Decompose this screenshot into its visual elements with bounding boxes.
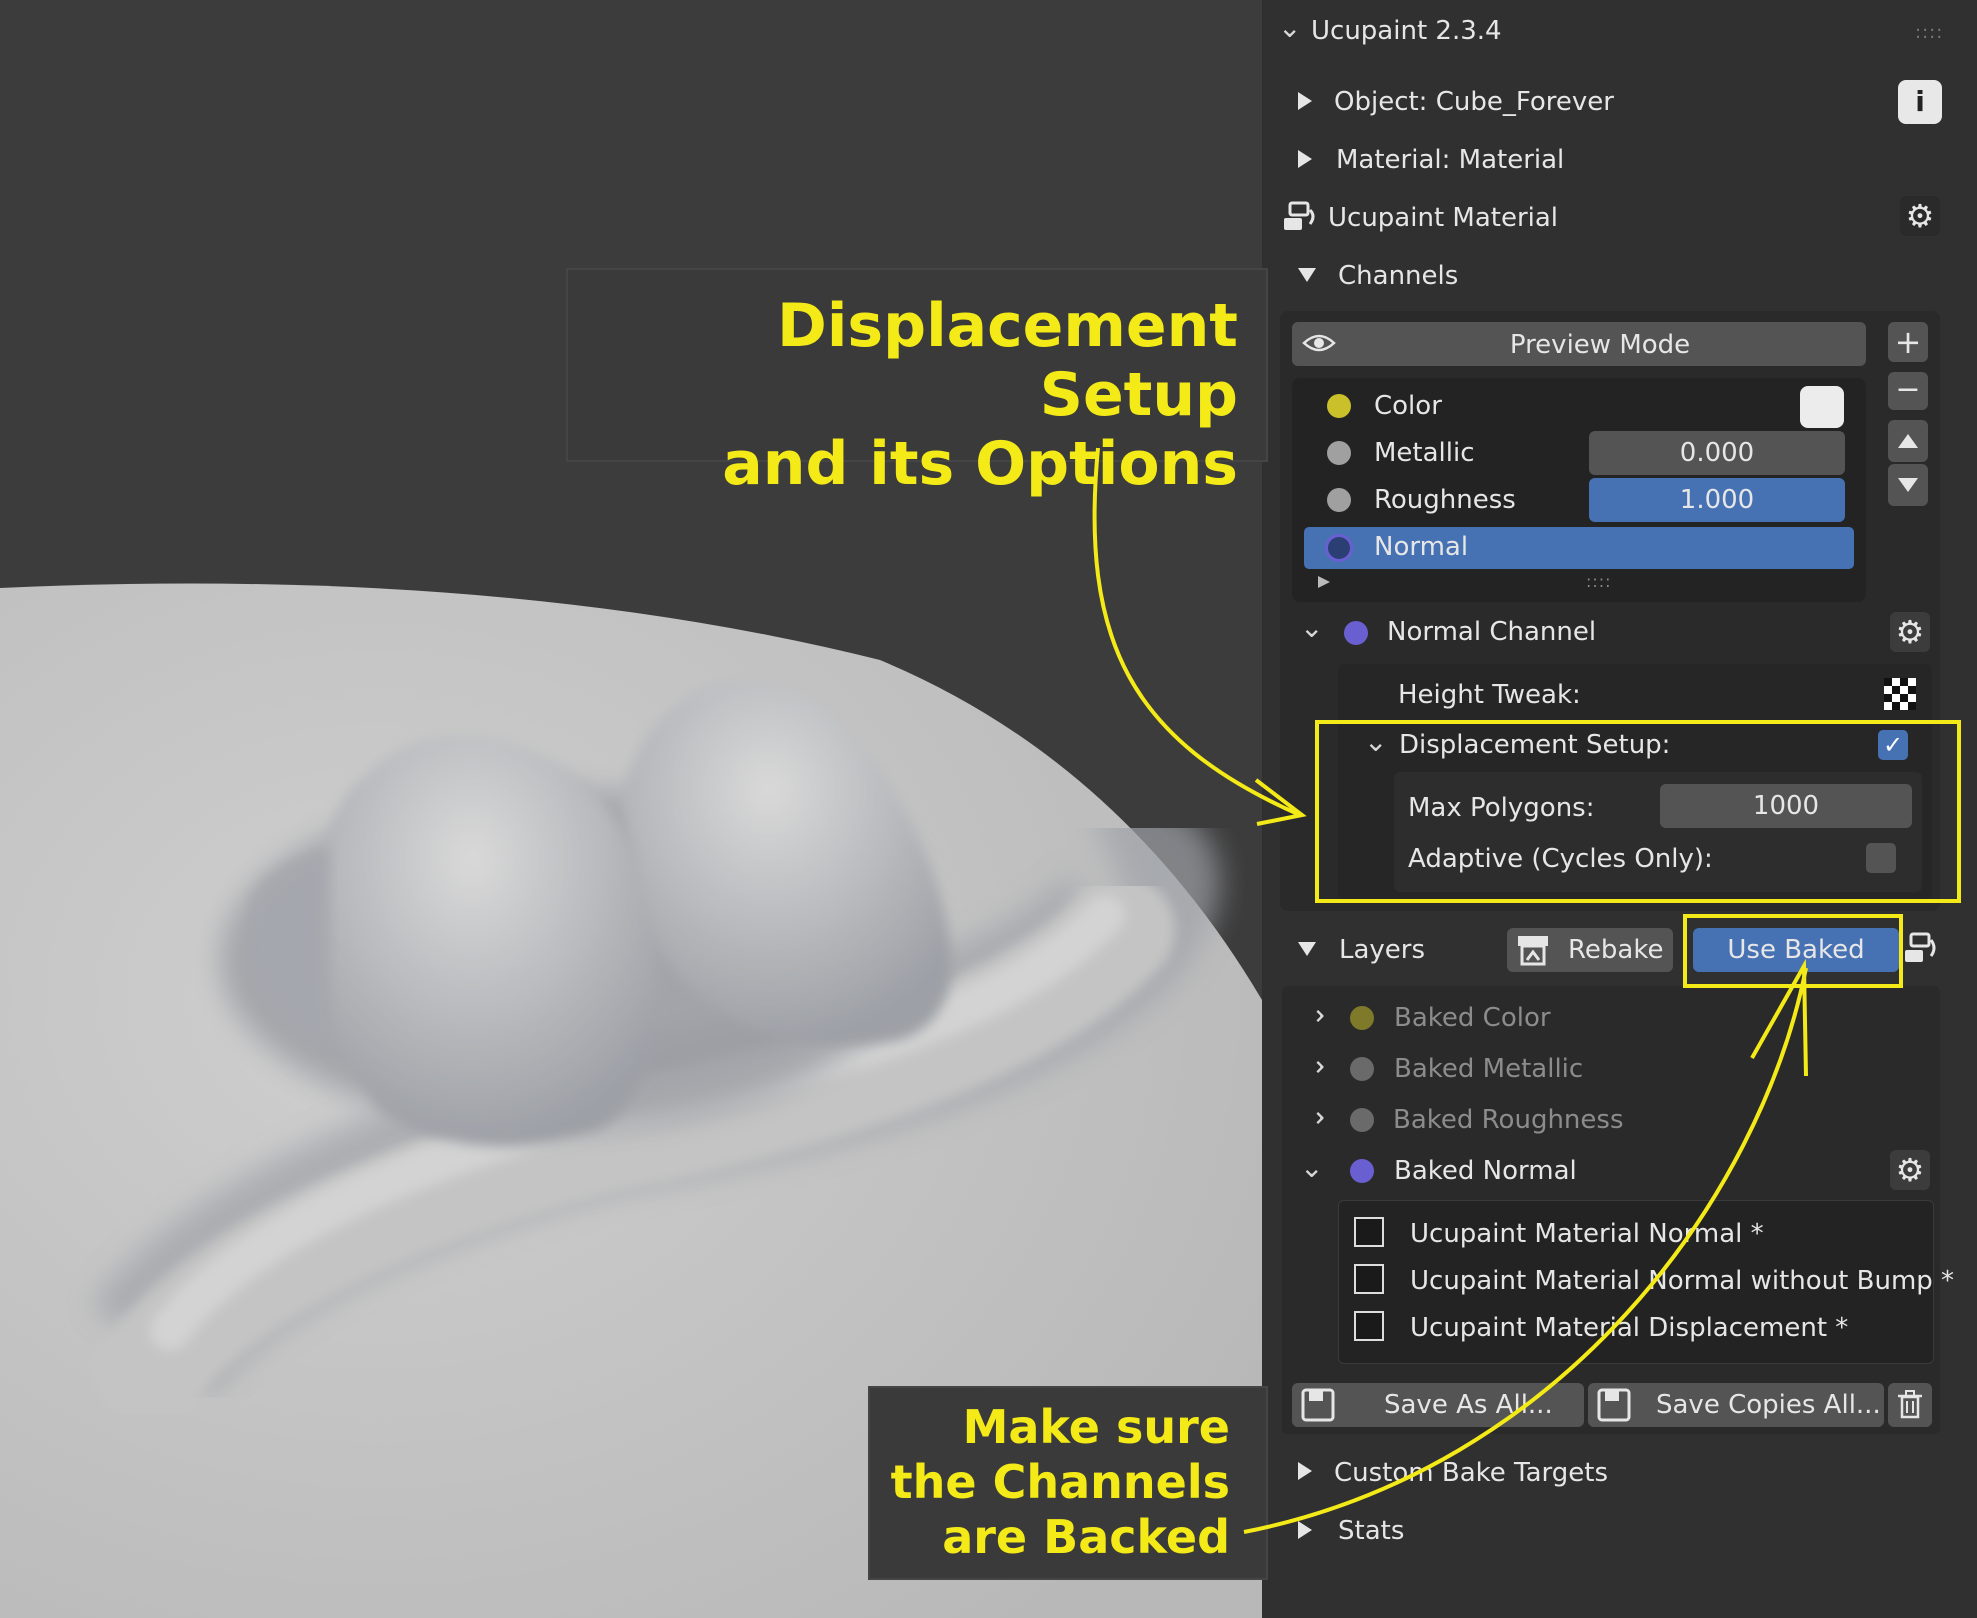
color-dot-icon: [1327, 394, 1351, 418]
3d-viewport[interactable]: [0, 0, 1262, 1618]
image-icon: [1354, 1311, 1384, 1341]
normal-dot-icon: [1344, 621, 1368, 645]
expand-arrow-icon[interactable]: [1298, 150, 1312, 168]
layer-dot-icon: [1350, 1006, 1374, 1030]
collapse-chevron-icon[interactable]: ⌄: [1300, 614, 1323, 642]
layers-header[interactable]: Layers: [1339, 937, 1425, 963]
move-down-button[interactable]: [1888, 464, 1928, 506]
collapse-arrow-icon[interactable]: [1298, 268, 1316, 282]
gear-icon[interactable]: ⚙: [1890, 1150, 1930, 1190]
annotation-line: Make sure: [962, 1400, 1230, 1454]
expand-arrow-icon[interactable]: [1298, 92, 1312, 110]
normal-channel-title[interactable]: Normal Channel: [1387, 619, 1596, 645]
layer-name[interactable]: Baked Color: [1394, 1005, 1551, 1031]
checker-icon[interactable]: [1884, 678, 1916, 710]
annotation-line: the Channels: [890, 1455, 1230, 1510]
save-icon: [1301, 1388, 1335, 1422]
trash-icon: [1898, 1390, 1922, 1419]
expand-chevron-icon[interactable]: ⌄: [1298, 1106, 1331, 1129]
annotation-text-bottom: Make sure the Channels are Backed: [870, 1400, 1230, 1566]
stats-row[interactable]: Stats: [1338, 1518, 1404, 1544]
channels-header[interactable]: Channels: [1338, 263, 1458, 289]
gear-icon[interactable]: ⚙: [1900, 196, 1940, 236]
object-row[interactable]: Object: Cube_Forever: [1334, 89, 1614, 115]
move-up-button[interactable]: [1888, 420, 1928, 462]
expand-arrow-icon[interactable]: [1298, 1521, 1312, 1539]
expand-arrow-icon[interactable]: [1298, 1462, 1312, 1480]
channel-name[interactable]: Roughness: [1374, 487, 1516, 513]
highlight-use-baked: [1683, 914, 1903, 988]
node-tree-icon[interactable]: [1903, 930, 1939, 968]
save-as-all-label: Save As All...: [1384, 1390, 1553, 1420]
image-name[interactable]: Ucupaint Material Normal *: [1410, 1221, 1764, 1247]
metallic-dot-icon: [1327, 441, 1351, 465]
highlight-displacement-setup: [1315, 720, 1961, 903]
list-expand-icon[interactable]: [1318, 576, 1330, 588]
collapse-chevron-icon[interactable]: ⌄: [1278, 14, 1301, 42]
expand-chevron-icon[interactable]: ⌄: [1298, 1055, 1331, 1078]
color-swatch[interactable]: [1800, 386, 1844, 428]
addon-title: Ucupaint 2.3.4: [1311, 16, 1502, 46]
roughness-value: 1.000: [1679, 485, 1755, 515]
normal-dot-icon: [1325, 534, 1353, 562]
annotation-line: Displacement Setup: [777, 291, 1238, 430]
resize-handle-icon[interactable]: ::::: [1586, 572, 1612, 591]
layer-dot-icon: [1350, 1108, 1374, 1132]
layer-name[interactable]: Baked Normal: [1394, 1158, 1577, 1184]
metallic-value-field[interactable]: 0.000: [1589, 431, 1845, 475]
channel-name[interactable]: Metallic: [1374, 440, 1475, 466]
roughness-value-field[interactable]: 1.000: [1589, 478, 1845, 522]
layer-dot-icon: [1350, 1159, 1374, 1183]
layer-name[interactable]: Baked Metallic: [1394, 1056, 1583, 1082]
collapse-arrow-icon[interactable]: [1298, 942, 1316, 956]
image-name[interactable]: Ucupaint Material Displacement *: [1410, 1315, 1848, 1341]
image-name[interactable]: Ucupaint Material Normal without Bump *: [1410, 1268, 1954, 1294]
gear-icon[interactable]: ⚙: [1890, 612, 1930, 652]
save-icon: [1597, 1388, 1631, 1422]
image-icon: [1354, 1217, 1384, 1247]
layer-name[interactable]: Baked Roughness: [1393, 1107, 1624, 1133]
height-tweak-label: Height Tweak:: [1398, 680, 1581, 710]
expand-chevron-icon[interactable]: ⌄: [1298, 1004, 1331, 1027]
annotation-line: are Backed: [942, 1510, 1230, 1565]
ucupaint-material-label[interactable]: Ucupaint Material: [1328, 205, 1558, 231]
add-channel-button[interactable]: +: [1888, 322, 1928, 362]
custom-bake-targets[interactable]: Custom Bake Targets: [1334, 1460, 1608, 1486]
annotation-line: and its Options: [722, 429, 1238, 499]
layer-dot-icon: [1350, 1057, 1374, 1081]
node-tree-icon: [1284, 201, 1315, 230]
channel-name: Normal: [1374, 532, 1469, 562]
info-icon[interactable]: i: [1898, 80, 1942, 124]
preview-mode-label: Preview Mode: [1509, 330, 1691, 360]
remove-channel-button[interactable]: −: [1888, 372, 1928, 410]
material-row[interactable]: Material: Material: [1336, 147, 1564, 173]
viewport-render: [0, 0, 1262, 1618]
metallic-value: 0.000: [1679, 438, 1755, 468]
delete-button[interactable]: [1888, 1383, 1932, 1427]
annotation-text-top: Displacement Setup and its Options: [568, 292, 1238, 499]
channel-name[interactable]: Color: [1374, 393, 1442, 419]
roughness-dot-icon: [1327, 488, 1351, 512]
drag-handle-icon[interactable]: ::::: [1915, 22, 1943, 43]
arrow-down-icon: [1898, 478, 1918, 492]
image-icon: [1354, 1264, 1384, 1294]
arrow-up-icon: [1898, 434, 1918, 448]
rebake-label: Rebake: [1568, 935, 1664, 965]
save-copies-all-label: Save Copies All...: [1656, 1390, 1881, 1420]
bake-icon: [1518, 936, 1548, 966]
collapse-chevron-icon[interactable]: ⌄: [1300, 1154, 1323, 1182]
